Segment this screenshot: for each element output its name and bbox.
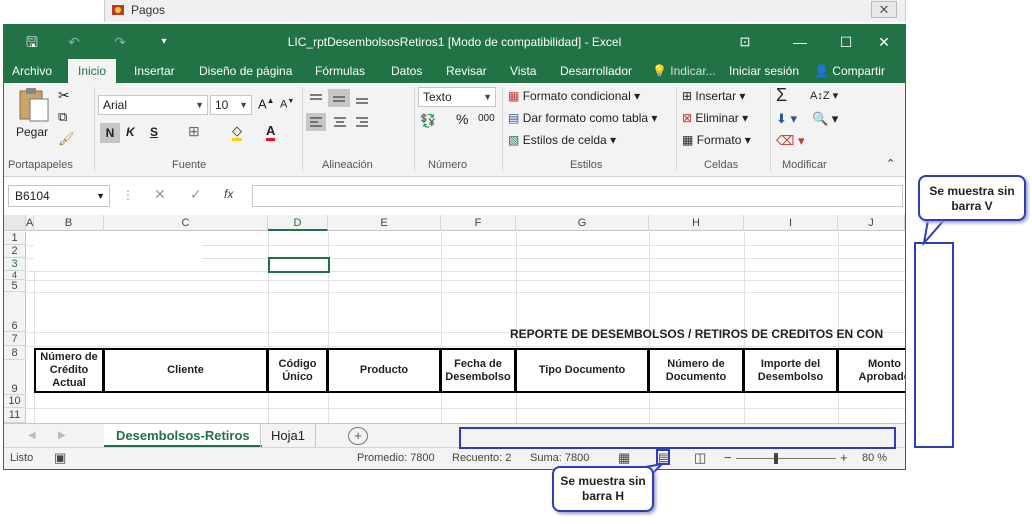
screenshot-root: Pagos ✕ 🖫 ↶ ↷ ▾ LIC_rptDesembolsosRetiro…: [0, 0, 1032, 524]
callout-horizontal-scrollbar: Se muestra sin barra H: [552, 466, 654, 512]
callout-vertical-scrollbar: Se muestra sin barra V: [918, 175, 1026, 221]
callout-pointers: [636, 219, 947, 476]
